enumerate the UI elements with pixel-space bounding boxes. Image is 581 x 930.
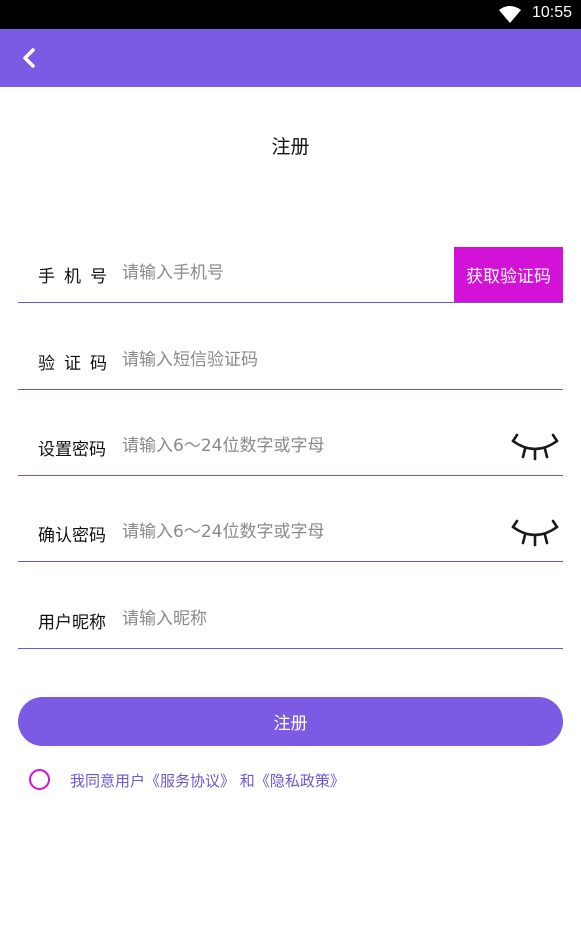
phone-input[interactable] <box>122 258 442 288</box>
status-bar: 10:55 <box>0 0 581 29</box>
chevron-left-icon <box>23 48 35 68</box>
password-visibility-toggle[interactable] <box>511 433 559 463</box>
agree-radio[interactable] <box>29 769 50 790</box>
privacy-policy-link[interactable]: 《隐私政策》 <box>255 772 345 790</box>
password-input[interactable] <box>122 431 442 461</box>
agreement-text: 我同意用户《服务协议》 和《隐私政策》 <box>70 770 345 791</box>
nickname-label: 用户昵称 <box>38 613 106 633</box>
page-title: 注册 <box>271 136 310 158</box>
service-agreement-link[interactable]: 《服务协议》 <box>145 772 235 790</box>
app-bar <box>0 29 581 87</box>
get-code-button[interactable]: 获取验证码 <box>454 247 563 302</box>
eye-closed-icon <box>511 433 559 461</box>
code-input[interactable] <box>122 345 442 375</box>
confirm-password-visibility-toggle[interactable] <box>511 519 559 549</box>
eye-closed-icon <box>511 519 559 547</box>
back-button[interactable] <box>14 43 44 73</box>
phone-label: 手机号 <box>38 267 116 287</box>
password-label: 设置密码 <box>38 440 106 460</box>
wifi-icon <box>499 6 521 27</box>
phone-field: 手机号 获取验证码 <box>18 246 563 303</box>
confirm-password-field: 确认密码 <box>18 505 563 562</box>
register-button[interactable]: 注册 <box>18 697 563 746</box>
agreement-middle: 和 <box>235 772 255 790</box>
status-time: 10:55 <box>531 4 572 21</box>
password-field: 设置密码 <box>18 419 563 476</box>
code-field: 验证码 <box>18 333 563 390</box>
agreement-prefix: 我同意用户 <box>70 772 146 790</box>
confirm-password-label: 确认密码 <box>38 526 106 546</box>
nickname-field: 用户昵称 <box>18 592 563 649</box>
nickname-input[interactable] <box>122 604 442 634</box>
code-label: 验证码 <box>38 354 116 374</box>
confirm-password-input[interactable] <box>122 517 442 547</box>
